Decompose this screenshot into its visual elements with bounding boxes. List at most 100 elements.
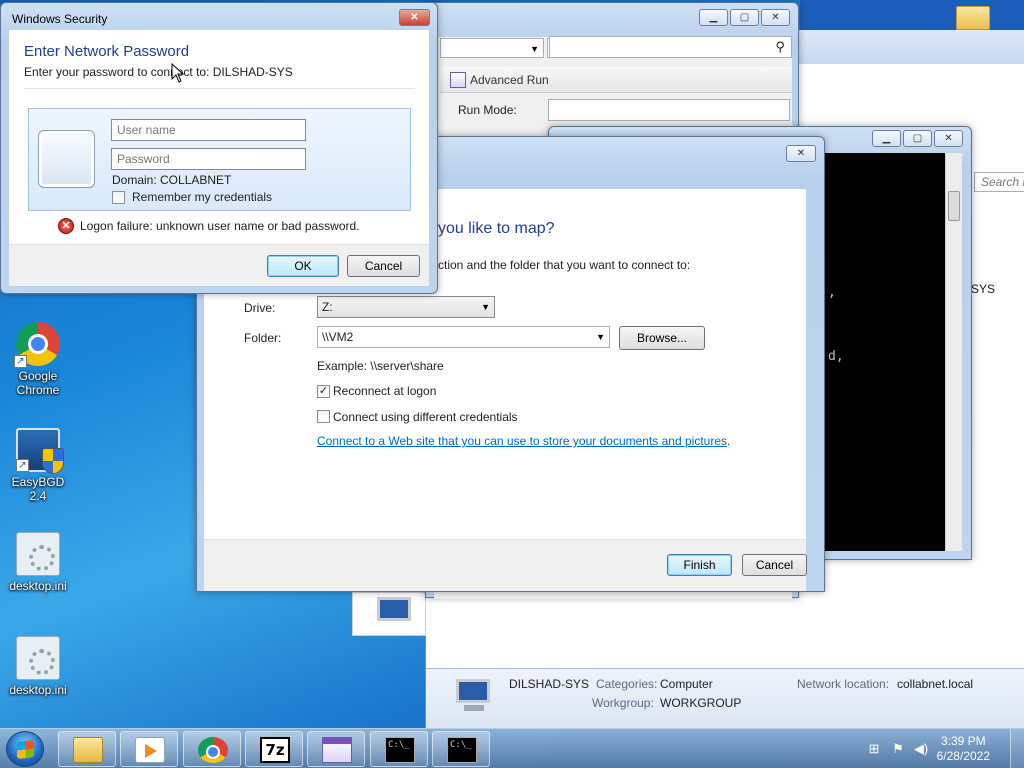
- error-icon: ✕: [58, 218, 74, 234]
- dialog-subtext: Enter your password to connect to: DILSH…: [24, 65, 293, 79]
- chrome-icon: [198, 737, 228, 763]
- ok-button[interactable]: OK: [267, 255, 339, 277]
- advanced-run-icon: [450, 72, 466, 88]
- remember-credentials-checkbox[interactable]: [112, 191, 125, 204]
- run-mode-label: Run Mode:: [458, 103, 517, 117]
- clock-date: 6/28/2022: [936, 749, 990, 763]
- domain-text: Domain: COLLABNET: [112, 173, 232, 187]
- taskbar-7zip[interactable]: 7z: [245, 731, 303, 767]
- media-player-icon: [135, 737, 165, 763]
- reconnect-label: Reconnect at logon: [333, 384, 437, 398]
- workgroup-label: Workgroup:: [592, 696, 654, 710]
- desktop-icon-label: EasyBGD 2.4: [11, 475, 65, 503]
- run-mode-select[interactable]: [548, 99, 790, 121]
- network-location-label: Network location:: [797, 677, 890, 691]
- dialog-footer: OK Cancel: [9, 244, 429, 286]
- advanced-run-header: Advanced Run: [440, 67, 792, 93]
- windows-security-dialog: Windows Security ✕ Enter Network Passwor…: [0, 2, 438, 294]
- settings-file-icon: [16, 532, 60, 576]
- user-avatar: [38, 130, 95, 188]
- desktop-icon-chrome[interactable]: ↗ Google Chrome: [3, 322, 73, 397]
- different-credentials-label: Connect using different credentials: [333, 410, 518, 424]
- console-line: d,: [828, 349, 844, 364]
- cmd-icon: C:\_: [447, 737, 477, 763]
- folder-value: \\VM2: [322, 330, 354, 344]
- wizard-instruction: ction and the folder that you want to co…: [438, 258, 691, 272]
- maximize-button[interactable]: ▢: [730, 9, 759, 26]
- credential-panel: Enter Network Password Enter your passwo…: [9, 30, 429, 244]
- close-button[interactable]: ✕: [399, 9, 430, 26]
- desktop-icon-easybcd[interactable]: ↗ EasyBGD 2.4: [3, 428, 73, 503]
- search-box[interactable]: ⚲: [549, 36, 792, 58]
- close-button[interactable]: ✕: [786, 145, 816, 162]
- minimize-button[interactable]: ▁: [699, 9, 728, 26]
- link-suffix: .: [727, 434, 731, 448]
- computer-name-partial: SYS: [971, 282, 996, 296]
- explorer-search-input[interactable]: Search N: [974, 172, 1024, 192]
- password-field[interactable]: Password: [111, 148, 306, 170]
- mouse-cursor-icon: [171, 63, 185, 83]
- remember-credentials-label: Remember my credentials: [132, 190, 273, 204]
- drive-value: Z:: [322, 300, 333, 314]
- desktop-icon-label: desktop.ini: [9, 683, 67, 697]
- taskbar-advanced-run[interactable]: [307, 731, 365, 767]
- maximize-button[interactable]: ▢: [903, 130, 932, 147]
- taskbar-explorer[interactable]: [58, 731, 116, 767]
- show-desktop-button[interactable]: [1010, 729, 1024, 768]
- credential-tile[interactable]: User name Password Domain: COLLABNET Rem…: [28, 108, 411, 211]
- desktop-icon-desktop-ini-1[interactable]: desktop.ini: [3, 532, 73, 593]
- volume-icon[interactable]: ◀): [913, 741, 929, 757]
- finish-button[interactable]: Finish: [667, 554, 732, 576]
- folder-icon[interactable]: [956, 6, 990, 30]
- system-clock[interactable]: 3:39 PM 6/28/2022: [937, 734, 990, 764]
- computer-icon: [377, 597, 411, 621]
- desktop-icon-label: desktop.ini: [9, 579, 67, 593]
- wizard-heading: you like to map?: [438, 220, 555, 237]
- web-site-link[interactable]: Connect to a Web site that you can use t…: [317, 434, 727, 448]
- settings-file-icon: [16, 636, 60, 680]
- network-computer-tile[interactable]: [352, 592, 426, 636]
- network-location-value: collabnet.local: [897, 677, 974, 691]
- different-credentials-checkbox[interactable]: [317, 410, 330, 423]
- taskbar-cmd-2[interactable]: C:\_: [432, 731, 490, 767]
- username-field[interactable]: User name: [111, 119, 306, 141]
- computer-name: DILSHAD-SYS: [509, 677, 590, 691]
- desktop-icon-desktop-ini-2[interactable]: desktop.ini: [3, 636, 73, 697]
- cmd-icon: C:\_: [385, 737, 415, 763]
- easybcd-icon: ↗: [16, 428, 64, 474]
- wizard-footer: Finish Cancel: [204, 539, 807, 591]
- console-scrollbar[interactable]: [945, 153, 962, 551]
- chevron-down-icon: ▼: [481, 302, 490, 312]
- sevenzip-icon: 7z: [260, 737, 290, 763]
- console-line: ,: [828, 285, 836, 300]
- taskbar-cmd-1[interactable]: C:\_: [370, 731, 428, 767]
- computer-icon: [450, 679, 492, 715]
- network-icon[interactable]: ⊞: [866, 741, 882, 757]
- close-button[interactable]: ✕: [761, 9, 790, 26]
- categories-value: Computer: [660, 677, 713, 691]
- clock-time: 3:39 PM: [940, 734, 986, 748]
- start-button[interactable]: [6, 731, 44, 767]
- address-bar[interactable]: ▼: [440, 38, 544, 58]
- dialog-title: Windows Security: [12, 12, 108, 26]
- workgroup-value: WORKGROUP: [660, 696, 742, 710]
- cancel-button[interactable]: Cancel: [347, 255, 420, 277]
- drive-label: Drive:: [244, 301, 276, 315]
- search-icon: ⚲: [775, 39, 785, 54]
- taskbar: 7z C:\_ C:\_ ⊞ ⚑ ◀) 3:39 PM 6/28/2022: [0, 728, 1024, 768]
- advanced-run-title: Advanced Run: [470, 73, 549, 87]
- details-pane: DILSHAD-SYS Categories: Computer Workgro…: [426, 668, 1024, 728]
- chrome-icon: ↗: [14, 322, 60, 368]
- drive-select[interactable]: Z: ▼: [317, 296, 495, 318]
- taskbar-media-player[interactable]: [120, 731, 178, 767]
- reconnect-checkbox[interactable]: ✓: [317, 385, 330, 398]
- chevron-down-icon: ▼: [596, 332, 605, 342]
- minimize-button[interactable]: ▁: [872, 130, 901, 147]
- taskbar-chrome[interactable]: [183, 731, 241, 767]
- folder-input[interactable]: \\VM2 ▼: [317, 326, 610, 348]
- browse-button[interactable]: Browse...: [619, 326, 705, 350]
- action-center-icon[interactable]: ⚑: [890, 741, 906, 757]
- cancel-button[interactable]: Cancel: [742, 554, 807, 576]
- close-button[interactable]: ✕: [934, 130, 963, 147]
- dialog-heading: Enter Network Password: [24, 43, 190, 60]
